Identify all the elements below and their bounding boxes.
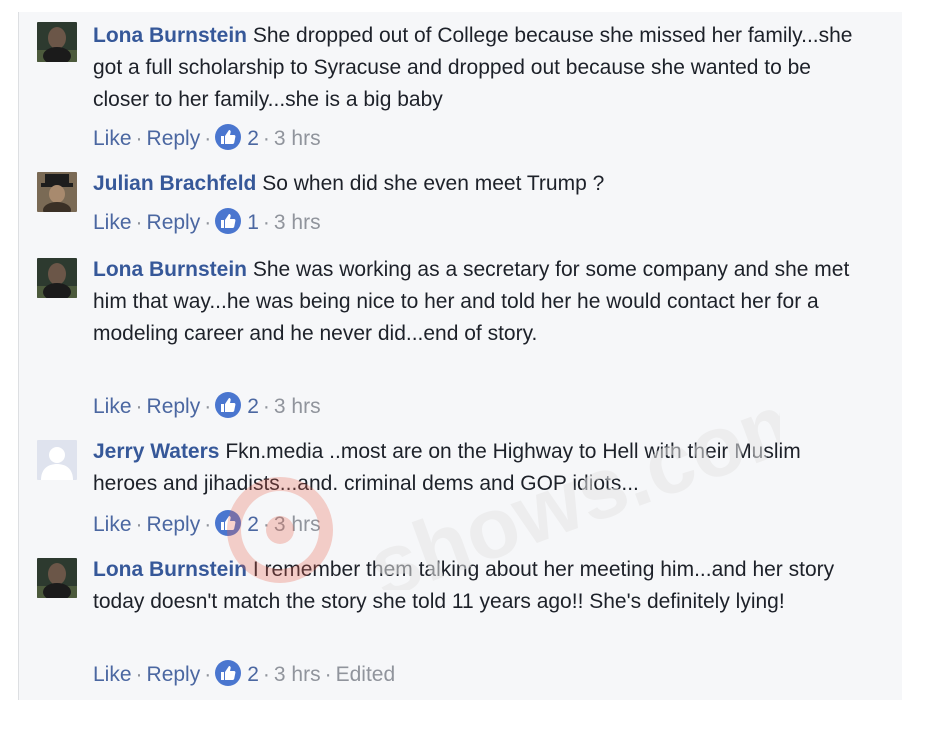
comment-time[interactable]: 3 hrs [274, 395, 321, 418]
like-reaction-icon[interactable] [215, 392, 242, 418]
like-link[interactable]: Like [93, 663, 132, 686]
comment-author[interactable]: Julian Brachfeld [93, 172, 256, 195]
comment-author[interactable]: Lona Burnstein [93, 258, 247, 281]
comment-actions: Like · Reply · 2 · 3 hrs [93, 510, 321, 537]
reaction-count[interactable]: 2 [247, 395, 259, 418]
reply-link[interactable]: Reply [147, 127, 201, 150]
user-photo-icon [37, 172, 77, 212]
comment-time[interactable]: 3 hrs [274, 211, 321, 234]
like-reaction-icon[interactable] [215, 208, 242, 234]
comment-body: Lona Burnstein She dropped out of Colleg… [93, 20, 863, 116]
comment-author[interactable]: Lona Burnstein [93, 24, 247, 47]
like-reaction-icon[interactable] [215, 510, 242, 536]
comment-actions: Like · Reply · 2 · 3 hrs · Edited [93, 660, 395, 687]
avatar[interactable] [37, 558, 77, 598]
comment-body: Lona Burnstein She was working as a secr… [93, 254, 863, 350]
comment-author[interactable]: Jerry Waters [93, 440, 219, 463]
reply-link[interactable]: Reply [147, 513, 201, 536]
reply-link[interactable]: Reply [147, 211, 201, 234]
comment-actions: Like · Reply · 2 · 3 hrs [93, 124, 321, 151]
like-reaction-icon[interactable] [215, 124, 242, 150]
reaction-count[interactable]: 2 [247, 513, 259, 536]
comment-time[interactable]: 3 hrs [274, 513, 321, 536]
comments-panel: Lona Burnstein She dropped out of Colleg… [18, 12, 902, 700]
edited-label[interactable]: Edited [336, 663, 396, 686]
reaction-count[interactable]: 2 [247, 127, 259, 150]
avatar[interactable] [37, 258, 77, 298]
user-photo-icon [37, 258, 77, 298]
reply-link[interactable]: Reply [147, 663, 201, 686]
reaction-count[interactable]: 2 [247, 663, 259, 686]
avatar[interactable] [37, 172, 77, 212]
comment-body: Lona Burnstein I remember them talking a… [93, 554, 863, 618]
reply-link[interactable]: Reply [147, 395, 201, 418]
comment-author[interactable]: Lona Burnstein [93, 558, 247, 581]
like-link[interactable]: Like [93, 127, 132, 150]
comment-actions: Like · Reply · 1 · 3 hrs [93, 208, 321, 235]
default-avatar-icon [37, 440, 77, 480]
comment-time[interactable]: 3 hrs [274, 127, 321, 150]
comment-body: Julian Brachfeld So when did she even me… [93, 168, 863, 200]
avatar[interactable] [37, 22, 77, 62]
like-link[interactable]: Like [93, 395, 132, 418]
comment-time[interactable]: 3 hrs [274, 663, 321, 686]
comment-actions: Like · Reply · 2 · 3 hrs [93, 392, 321, 419]
comment-text: So when did she even meet Trump ? [262, 172, 605, 195]
like-link[interactable]: Like [93, 211, 132, 234]
user-photo-icon [37, 22, 77, 62]
like-link[interactable]: Like [93, 513, 132, 536]
comment-body: Jerry Waters Fkn.media ..most are on the… [93, 436, 863, 500]
avatar[interactable] [37, 440, 77, 480]
reaction-count[interactable]: 1 [247, 211, 259, 234]
user-photo-icon [37, 558, 77, 598]
like-reaction-icon[interactable] [215, 660, 242, 686]
